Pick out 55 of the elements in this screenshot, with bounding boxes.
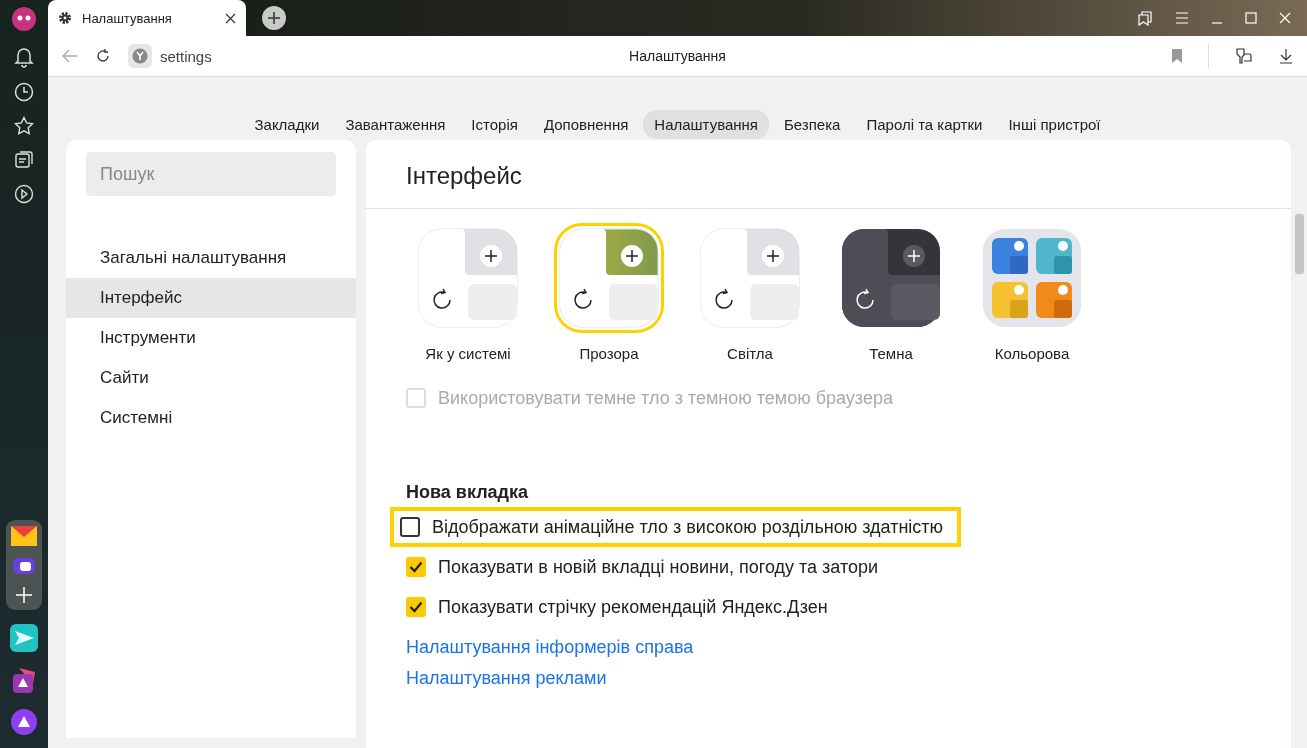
app-icon[interactable] <box>11 666 37 694</box>
checkbox-label: Використовувати темне тло з темною темою браузера <box>438 387 893 409</box>
bell-icon[interactable] <box>14 46 34 68</box>
nav-tab[interactable]: Завантаження <box>334 110 457 139</box>
collections-icon[interactable] <box>1137 10 1153 26</box>
nav-tab[interactable]: Паролі та картки <box>855 110 994 139</box>
sidebar-item[interactable]: Інструменти <box>66 318 356 358</box>
page-title: Налаштування <box>629 48 726 64</box>
address-text[interactable]: settings <box>160 47 212 65</box>
notes-icon[interactable] <box>14 150 34 170</box>
theme-label: Світла <box>727 345 773 362</box>
scrollbar-thumb[interactable] <box>1295 214 1304 274</box>
nav-tab[interactable]: Історія <box>460 110 529 139</box>
nav-tab[interactable]: Інші пристрої <box>997 110 1112 139</box>
play-icon[interactable] <box>14 184 34 204</box>
section-title: Інтерфейс <box>366 140 1291 209</box>
close-icon[interactable] <box>225 12 236 24</box>
nav-tab[interactable]: Закладки <box>243 110 331 139</box>
site-logo-icon <box>128 44 152 68</box>
reload-icon[interactable] <box>96 49 110 63</box>
menu-icon[interactable] <box>1175 12 1189 24</box>
nav-tab[interactable]: Налаштування <box>643 110 769 139</box>
checkbox-label: Показувати в новій вкладці новини, погоду та затори <box>438 556 879 578</box>
sidebar-item[interactable]: Загальні налаштування <box>66 238 356 278</box>
assistant-icon[interactable] <box>10 708 38 736</box>
sidebar-item[interactable]: Системні <box>66 398 356 438</box>
theme-label: Як у системі <box>425 345 511 362</box>
download-icon[interactable] <box>1279 48 1293 64</box>
gear-icon <box>58 11 72 25</box>
new-tab-button[interactable] <box>262 6 286 30</box>
checkbox-label: Показувати стрічку рекомендацій Яндекс.Дзен <box>438 596 828 618</box>
theme-label: Темна <box>869 345 913 362</box>
nav-tab[interactable]: Безпека <box>773 110 852 139</box>
settings-link[interactable]: Налаштування реклами <box>406 668 607 689</box>
checkbox[interactable] <box>400 517 420 537</box>
maximize-icon[interactable] <box>1245 12 1257 24</box>
plus-icon <box>267 11 281 25</box>
search-field[interactable]: Пошук <box>86 152 336 196</box>
theme-label: Кольорова <box>994 345 1070 362</box>
clock-icon[interactable] <box>14 82 34 102</box>
browser-tab[interactable]: Налаштування <box>48 0 246 36</box>
nav-tab[interactable]: Доповнення <box>532 110 640 139</box>
section-heading: Нова вкладка <box>406 482 530 503</box>
messenger-icon[interactable] <box>12 556 36 576</box>
star-icon[interactable] <box>14 116 34 136</box>
bookmark-icon[interactable] <box>1172 49 1182 63</box>
checkbox-label: Відображати анімаційне тло з високою роздільною здатністю <box>432 516 944 538</box>
sidebar-item[interactable]: Сайти <box>66 358 356 398</box>
tab-title: Налаштування <box>82 10 173 26</box>
theme-label: Прозора <box>579 345 639 362</box>
send-icon[interactable] <box>10 624 38 652</box>
plus-icon[interactable] <box>15 586 33 604</box>
settings-link[interactable]: Налаштування інформерів справа <box>406 637 694 658</box>
sidebar-item[interactable]: Інтерфейс <box>66 278 356 318</box>
avatar-icon[interactable] <box>11 6 37 32</box>
